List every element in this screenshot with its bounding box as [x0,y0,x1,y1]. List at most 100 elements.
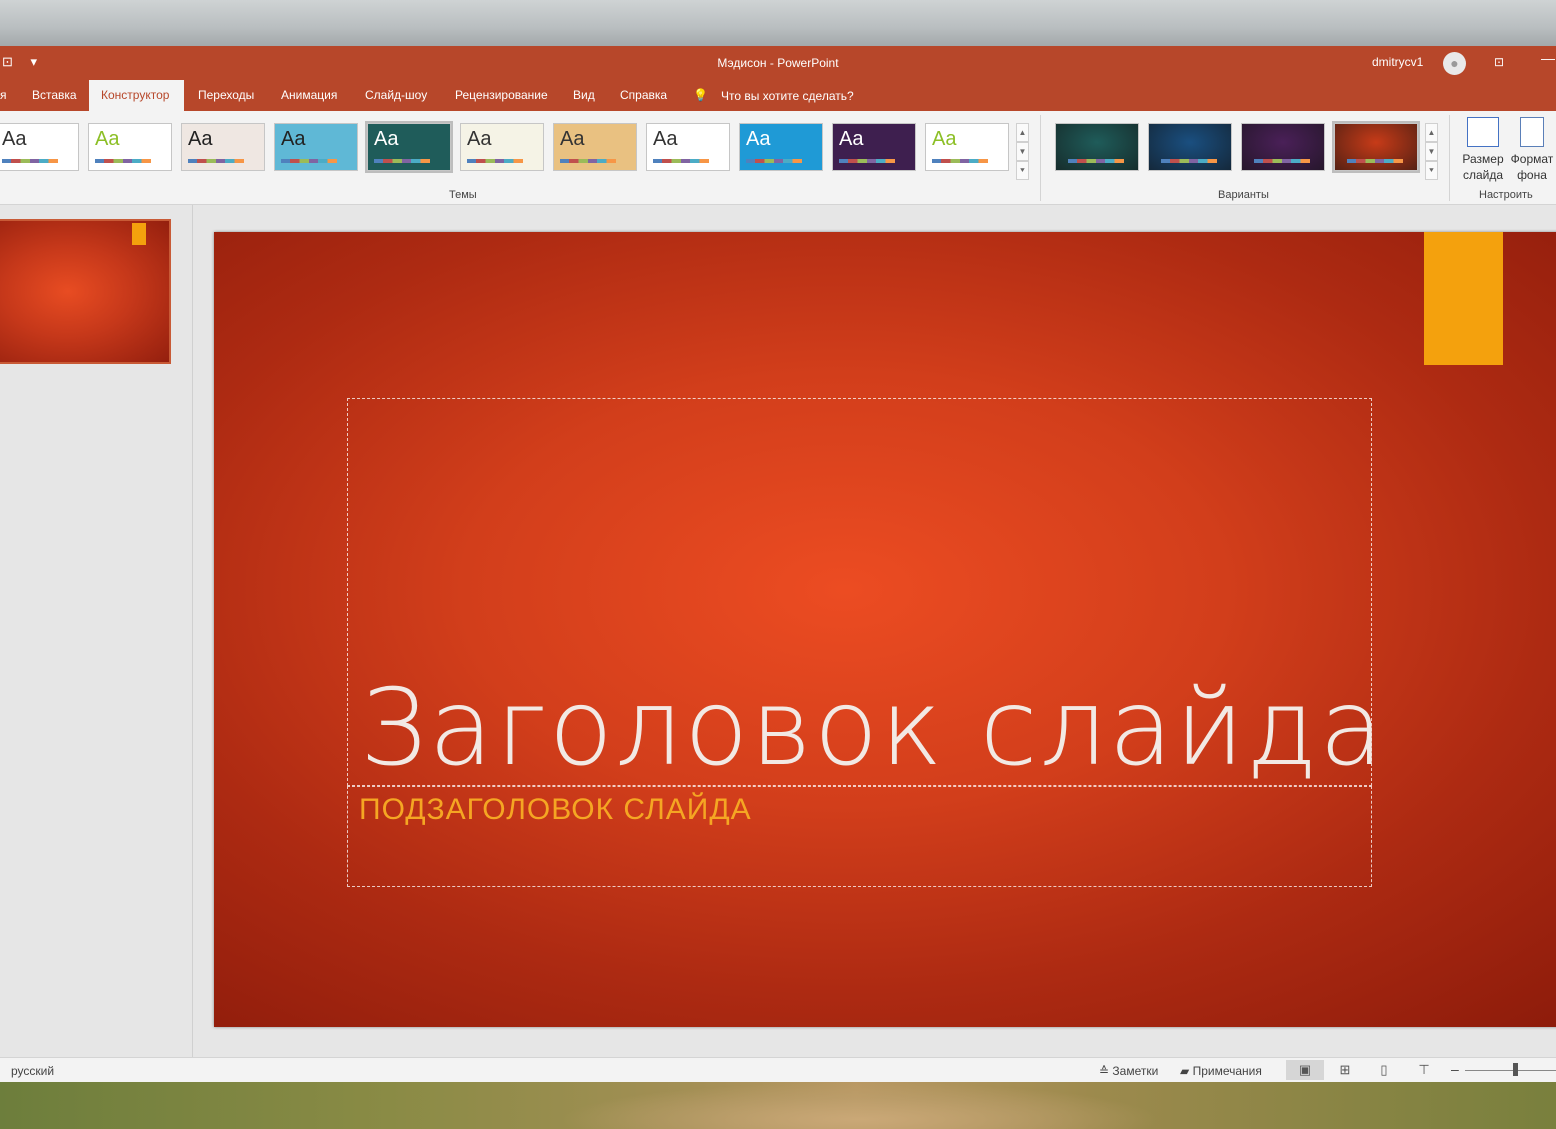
group-divider [1449,115,1450,201]
theme-sample-text: Aa [467,128,492,150]
theme-thumbnail-pattern-blue-theme[interactable]: Aa [274,123,358,171]
accent-tag [1424,232,1503,365]
variant-thumbnail-variant-blue[interactable] [1148,123,1232,171]
theme-color-swatch [467,159,523,163]
variants-more-icon[interactable]: ⯆ [1425,161,1438,180]
theme-sample-text: Aa [281,128,306,150]
theme-sample-text: Aa [839,128,864,150]
theme-thumbnail-facet-green-theme[interactable]: Aa [88,123,172,171]
variants-scroll-down-icon[interactable]: ▼ [1425,142,1438,161]
tab-help[interactable]: Справка [608,80,679,111]
slide-subtitle: ПОДЗАГОЛОВОК СЛАЙДА [359,793,752,826]
theme-thumbnail-brown-theme[interactable]: Aa [181,123,265,171]
ribbon-tabs: я Вставка Конструктор Переходы Анимация … [0,80,1556,111]
notes-button[interactable]: ≙ Заметки [1099,1064,1158,1078]
variant-thumbnail-variant-purple[interactable] [1241,123,1325,171]
tab-animations[interactable]: Анимация [269,80,349,111]
format-bg-label-1: Формат [1510,152,1554,166]
slide-thumbnail-1[interactable] [0,219,171,364]
theme-sample-text: Aa [95,128,120,150]
variant-thumbnail-variant-teal[interactable] [1055,123,1139,171]
theme-color-swatch [2,159,58,163]
accent-tag [132,223,146,245]
variants-group-label: Варианты [1218,189,1269,201]
variant-thumbnail-variant-red[interactable] [1332,121,1420,173]
theme-color-swatch [653,159,709,163]
tab-design[interactable]: Конструктор [89,80,184,111]
tell-me-search[interactable]: Что вы хотите сделать? [721,89,854,103]
ribbon-display-options-icon[interactable]: ⊡ [1494,55,1504,69]
ribbon: Aa Aa Aa Aa Aa Aa Aa Aa Aa Aa Aa ▲ ▼ ⯆ Темы ▲ ▼ ⯆ … [0,111,1556,205]
zoom-slider-handle[interactable] [1513,1063,1518,1076]
gallery-scroll-down-icon[interactable]: ▼ [1016,142,1029,161]
tab-slideshow[interactable]: Слайд-шоу [353,80,439,111]
desktop-road [560,1082,1160,1129]
theme-color-swatch [932,159,988,163]
avatar-icon[interactable]: ● [1443,52,1466,75]
themes-group-label: Темы [449,189,477,201]
variants-scroll-up-icon[interactable]: ▲ [1425,123,1438,142]
user-name[interactable]: dmitrycv1 [1372,55,1423,69]
reading-view-icon[interactable]: ▯ [1365,1060,1403,1080]
tab-insert[interactable]: Вставка [20,80,89,111]
theme-sample-text: Aa [374,128,399,150]
variant-color-swatch [1068,159,1124,163]
format-background-button[interactable]: Формат фона [1508,117,1556,183]
title-placeholder[interactable]: Заголовок слайда [347,398,1384,789]
theme-thumbnail-purple-theme[interactable]: Aa [832,123,916,171]
slide-sorter-icon[interactable]: ⊞ [1326,1060,1364,1080]
theme-sample-text: Aa [188,128,213,150]
comments-label: Примечания [1192,1064,1262,1078]
theme-thumbnail-white-theme[interactable]: Aa [646,123,730,171]
subtitle-placeholder[interactable]: ПОДЗАГОЛОВОК СЛАЙДА [347,786,1372,887]
theme-sample-text: Aa [746,128,771,150]
tab-review[interactable]: Рецензирование [443,80,560,111]
theme-thumbnail-teal-dark-theme[interactable]: Aa [365,121,453,173]
variant-color-swatch [1254,159,1310,163]
theme-sample-text: Aa [560,128,585,150]
language-indicator[interactable]: русский [11,1064,54,1078]
tab-transitions[interactable]: Переходы [186,80,266,111]
theme-color-swatch [95,159,151,163]
slide-size-button[interactable]: Размер слайда [1458,117,1508,183]
theme-thumbnail-office-theme[interactable]: Aa [0,123,79,171]
zoom-out-icon[interactable]: – [1451,1061,1459,1077]
theme-thumbnail-cream-theme[interactable]: Aa [460,123,544,171]
theme-sample-text: Aa [653,128,678,150]
customize-group-label: Настроить [1479,189,1533,201]
gallery-more-icon[interactable]: ⯆ [1016,161,1029,180]
title-bar: ⊡ ▾ Мэдисон - PowerPoint dmitrycv1 ● ⊡ — [0,46,1556,80]
variant-color-swatch [1347,159,1403,163]
desktop-background-top [0,0,1556,46]
theme-thumbnail-parchment-theme[interactable]: Aa [553,123,637,171]
powerpoint-window: ⊡ ▾ Мэдисон - PowerPoint dmitrycv1 ● ⊡ —… [0,46,1556,1082]
theme-thumbnail-green-facet-theme[interactable]: Aa [925,123,1009,171]
theme-color-swatch [374,159,430,163]
theme-color-swatch [560,159,616,163]
slide-thumbnails-pane [0,205,193,1057]
desktop-background-bottom [0,1082,1556,1129]
slideshow-view-icon[interactable]: ⊤ [1405,1060,1443,1080]
normal-view-icon[interactable]: ▣ [1286,1060,1324,1080]
minimize-icon[interactable]: — [1541,50,1555,66]
theme-color-swatch [188,159,244,163]
theme-color-swatch [281,159,337,163]
format-background-icon [1520,117,1544,147]
slide-title: Заголовок слайда [360,667,1386,789]
variant-color-swatch [1161,159,1217,163]
slide-editor: Заголовок слайда ПОДЗАГОЛОВОК СЛАЙДА [193,205,1556,1057]
comment-icon: ▰ [1180,1064,1193,1078]
gallery-scroll-up-icon[interactable]: ▲ [1016,123,1029,142]
group-divider [1040,115,1041,201]
theme-thumbnail-blue-gradient-theme[interactable]: Aa [739,123,823,171]
notes-label: Заметки [1112,1064,1159,1078]
slide-canvas[interactable]: Заголовок слайда ПОДЗАГОЛОВОК СЛАЙДА [214,232,1556,1027]
tab-view[interactable]: Вид [561,80,607,111]
tab-file[interactable]: я [0,80,19,111]
lightbulb-icon: 💡 [693,88,708,102]
slide-size-icon [1467,117,1499,147]
comments-button[interactable]: ▰ Примечания [1180,1064,1262,1078]
window-title: Мэдисон - PowerPoint [717,56,839,70]
zoom-slider[interactable] [1465,1070,1556,1071]
slide-size-label-2: слайда [1462,168,1504,182]
